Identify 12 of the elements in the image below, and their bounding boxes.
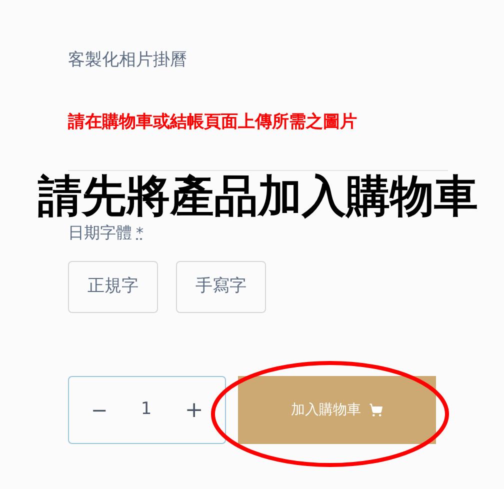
upload-notice: 請在購物車或結帳頁面上傳所需之圖片 <box>68 111 357 134</box>
font-option[interactable]: 正規字 <box>68 261 158 313</box>
date-font-label: 日期字體 <box>68 223 132 243</box>
cart-icon <box>369 403 384 417</box>
quantity-value: 1 <box>140 398 152 422</box>
overlay-message: 請先將產品加入購物車 <box>38 171 478 223</box>
font-option[interactable]: 手寫字 <box>176 261 266 313</box>
required-mark: * <box>136 223 144 243</box>
quantity-stepper[interactable]: − 1 + <box>68 376 226 444</box>
increment-button[interactable]: + <box>184 394 204 426</box>
decrement-button[interactable]: − <box>91 395 108 425</box>
product-title: 客製化相片掛曆 <box>68 49 187 72</box>
